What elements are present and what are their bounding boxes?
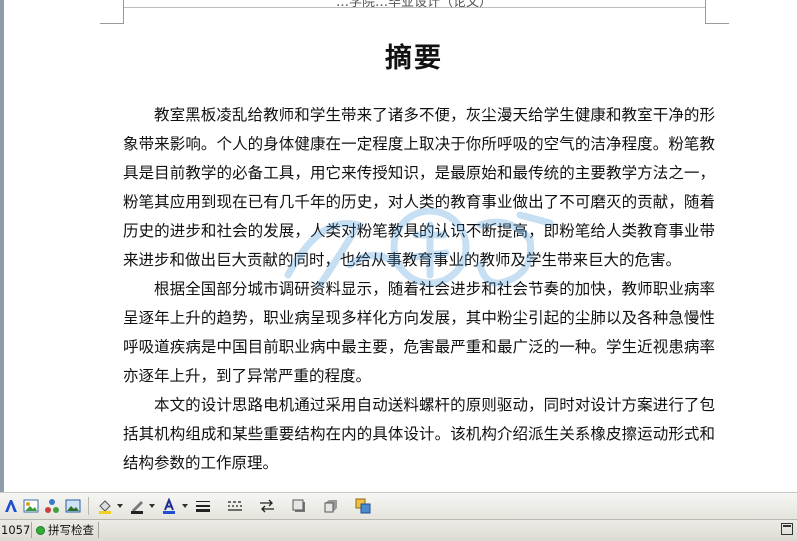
- crop-mark: [100, 23, 124, 24]
- 3d-icon[interactable]: [322, 497, 340, 515]
- spell-check-button[interactable]: 拼写检查: [36, 522, 94, 538]
- toolbar-separator: [88, 497, 89, 515]
- dash-style-icon[interactable]: [226, 497, 244, 515]
- drawing-toolbar: [0, 492, 797, 520]
- page-header-text: …学院…毕业设计（论文）: [335, 0, 492, 10]
- wordart-icon[interactable]: [2, 497, 20, 515]
- font-color-dropdown[interactable]: [182, 504, 188, 508]
- status-separator: [31, 522, 32, 538]
- shadow-icon[interactable]: [290, 497, 308, 515]
- select-objects-icon[interactable]: [354, 497, 372, 515]
- window-layout-icon[interactable]: [781, 523, 793, 535]
- word-count[interactable]: 1057: [1, 523, 30, 537]
- diagram-icon[interactable]: [43, 497, 61, 515]
- document-page[interactable]: …学院…毕业设计（论文） 摘要 教室黑板凌乱给教师和学生带来了诸多不便，灰尘漫天…: [4, 0, 797, 492]
- line-color-icon[interactable]: [128, 497, 146, 515]
- line-color-dropdown[interactable]: [149, 504, 155, 508]
- font-color-icon[interactable]: [160, 497, 178, 515]
- picture-icon[interactable]: [64, 497, 82, 515]
- crop-mark: [705, 0, 706, 24]
- document-area[interactable]: …学院…毕业设计（论文） 摘要 教室黑板凌乱给教师和学生带来了诸多不便，灰尘漫天…: [0, 0, 797, 492]
- fill-color-dropdown[interactable]: [117, 504, 123, 508]
- status-separator: [98, 522, 99, 538]
- paragraph: 本文的设计思路电机通过采用自动送料螺杆的原则驱动，同时对设计方案进行了包括其机构…: [123, 396, 715, 472]
- arrow-style-icon[interactable]: [258, 497, 276, 515]
- spell-check-label: 拼写检查: [48, 523, 94, 537]
- line-style-icon[interactable]: [194, 497, 212, 515]
- crop-mark: [705, 23, 729, 24]
- clipart-icon[interactable]: [22, 497, 40, 515]
- status-bar: 1057 拼写检查: [0, 519, 797, 541]
- abstract-title: 摘要: [385, 43, 443, 74]
- crop-mark: [123, 0, 124, 24]
- fill-color-icon[interactable]: [96, 497, 114, 515]
- watermark-logo: [284, 207, 554, 289]
- spell-check-status-icon: [36, 525, 45, 535]
